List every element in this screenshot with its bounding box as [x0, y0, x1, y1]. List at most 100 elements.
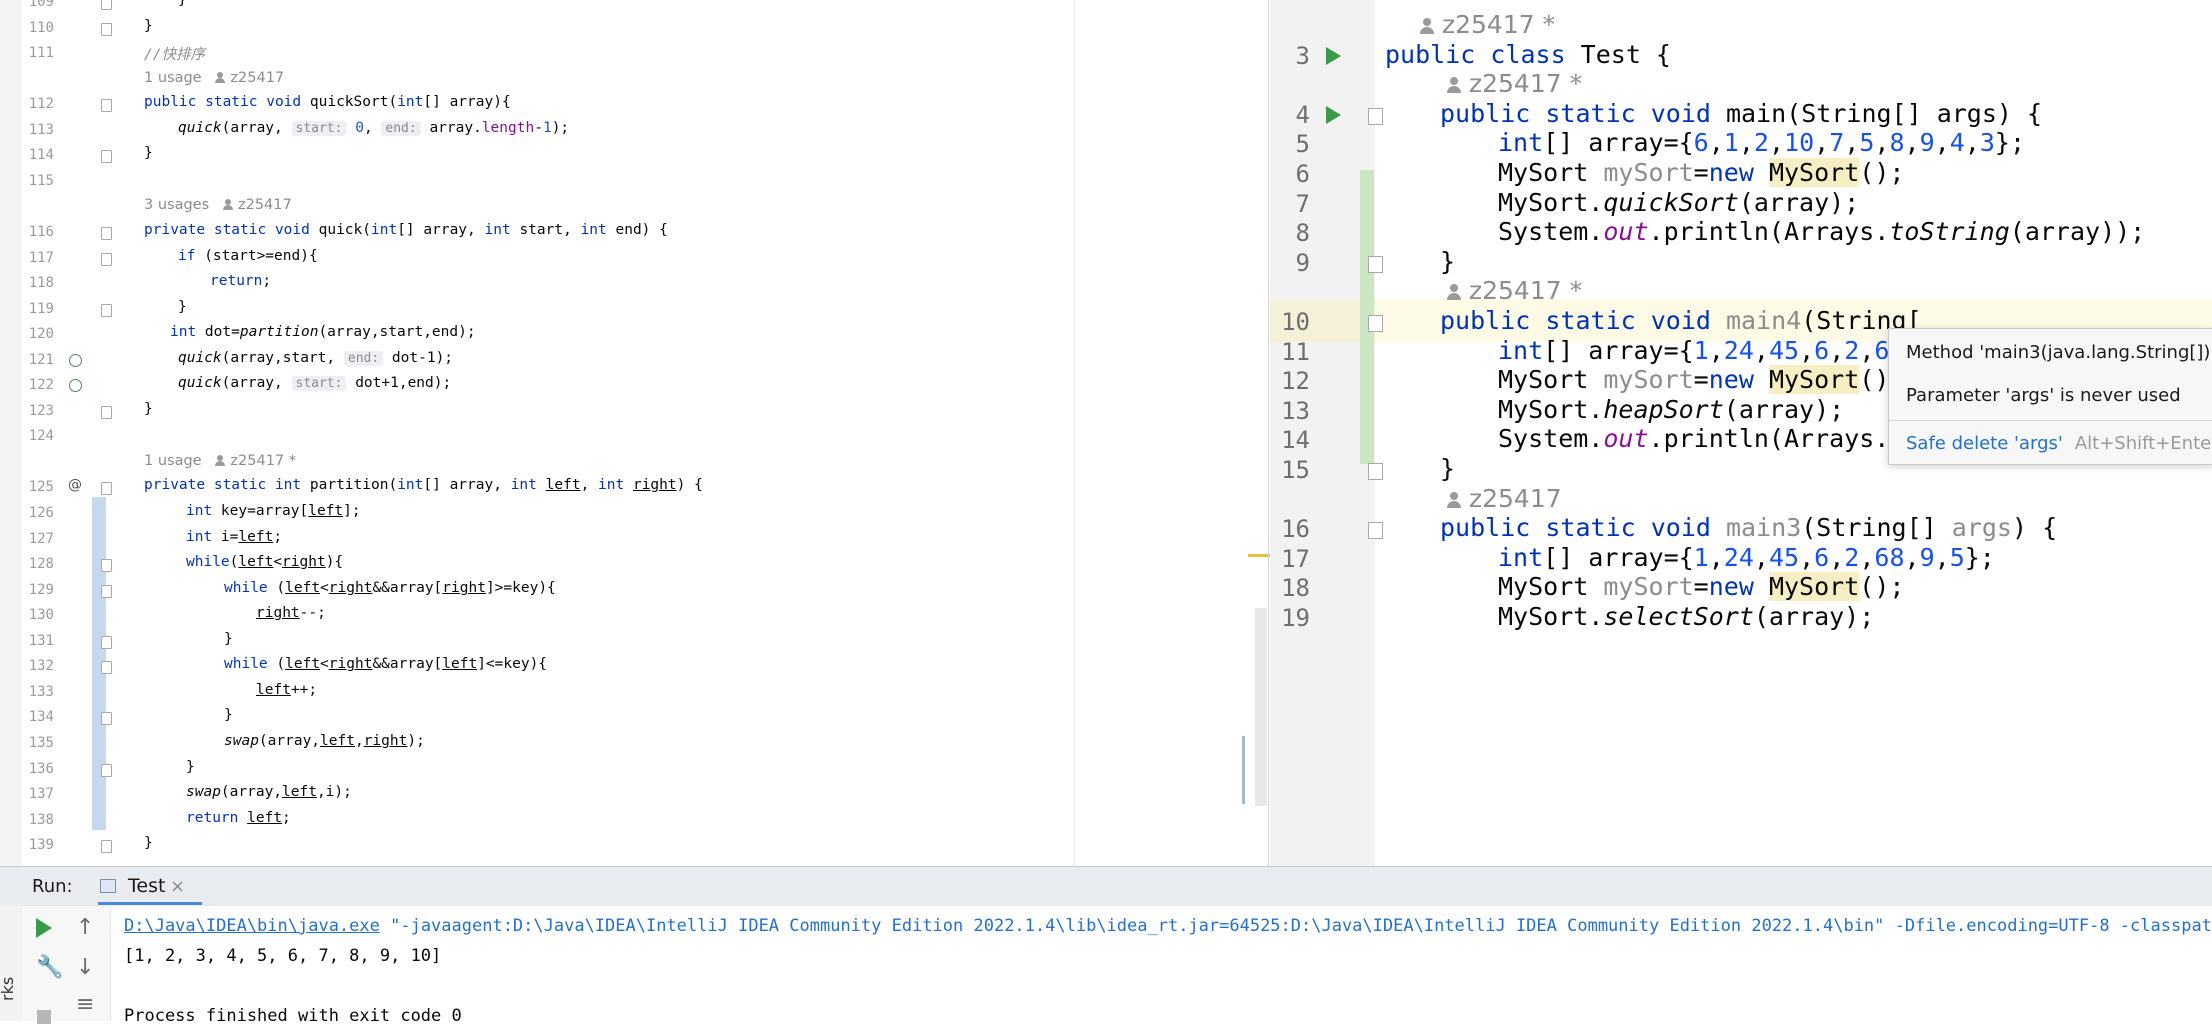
line-number[interactable]: 120 — [14, 326, 54, 342]
author-hint[interactable]: z25417 * — [1447, 69, 1582, 98]
fold-toggle-icon[interactable] — [101, 0, 112, 10]
down-arrow-icon[interactable]: ↓ — [76, 955, 94, 980]
code-line[interactable]: } — [144, 401, 153, 417]
safe-delete-link[interactable]: Safe delete 'args' — [1906, 433, 2063, 454]
code-line[interactable]: MySort mySort=new MySort(); — [1498, 572, 1904, 601]
line-number[interactable]: 126 — [14, 505, 54, 521]
author-hint[interactable]: z25417 * — [1447, 276, 1582, 305]
code-line[interactable]: int i=left; — [186, 529, 282, 545]
line-number[interactable]: 139 — [14, 837, 54, 853]
fold-toggle-icon[interactable] — [101, 150, 112, 163]
line-number[interactable]: 131 — [14, 633, 54, 649]
code-line[interactable]: MySort.quickSort(array); — [1498, 188, 1859, 217]
code-line[interactable]: int[] array={1,24,45,6,2,68,9,5}; — [1498, 543, 1995, 572]
line-number[interactable]: 121 — [14, 352, 54, 368]
author-hint[interactable]: z25417 — [1447, 484, 1562, 513]
fold-toggle-icon[interactable] — [101, 253, 112, 266]
code-line[interactable]: swap(array,left,i); — [186, 784, 352, 800]
line-number[interactable]: 109 — [14, 0, 54, 10]
line-number[interactable]: 115 — [14, 173, 54, 189]
line-number[interactable]: 116 — [14, 224, 54, 240]
code-line[interactable]: } — [224, 631, 233, 647]
line-number[interactable]: 123 — [14, 403, 54, 419]
line-number[interactable]: 130 — [14, 607, 54, 623]
line-number[interactable]: 132 — [14, 658, 54, 674]
override-icon[interactable]: @ — [68, 477, 82, 493]
code-line[interactable]: MySort mySort=new MySort(); — [1498, 158, 1904, 187]
line-number[interactable]: 138 — [14, 812, 54, 828]
code-line[interactable]: quick(array,start, end: dot-1); — [178, 350, 453, 366]
code-line[interactable]: return left; — [186, 810, 291, 826]
line-number[interactable]: 8 — [1270, 219, 1310, 247]
fold-toggle-icon[interactable] — [101, 304, 112, 317]
line-number[interactable]: 113 — [14, 122, 54, 138]
line-number[interactable]: 135 — [14, 735, 54, 751]
fold-toggle-icon[interactable] — [101, 764, 112, 777]
fold-toggle-icon[interactable] — [101, 482, 112, 495]
code-line[interactable]: } — [224, 707, 233, 723]
line-number[interactable]: 119 — [14, 301, 54, 317]
line-number[interactable]: 129 — [14, 582, 54, 598]
code-comment[interactable]: //快排序 — [144, 43, 205, 64]
usage-hint[interactable]: 1 usage z25417 — [144, 70, 284, 86]
code-line[interactable]: public static void main4(String[ — [1440, 306, 1922, 335]
code-line[interactable]: return; — [210, 273, 271, 289]
line-number[interactable]: 4 — [1270, 101, 1310, 129]
line-number[interactable]: 3 — [1270, 42, 1310, 70]
line-number[interactable]: 110 — [14, 20, 54, 36]
fold-toggle-icon[interactable] — [1368, 463, 1383, 480]
fold-toggle-icon[interactable] — [1368, 108, 1383, 125]
line-number[interactable]: 14 — [1270, 426, 1310, 454]
line-number[interactable]: 114 — [14, 147, 54, 163]
fold-toggle-icon[interactable] — [101, 23, 112, 36]
line-number[interactable]: 17 — [1270, 545, 1310, 573]
line-number[interactable]: 128 — [14, 556, 54, 572]
fold-toggle-icon[interactable] — [101, 559, 112, 572]
line-number[interactable]: 118 — [14, 275, 54, 291]
line-number[interactable]: 127 — [14, 531, 54, 547]
code-line[interactable]: System.out.println(Arrays.toString(array… — [1498, 217, 2145, 246]
code-line[interactable]: swap(array,left,right); — [224, 733, 425, 749]
line-number[interactable]: 133 — [14, 684, 54, 700]
line-number[interactable]: 18 — [1270, 574, 1310, 602]
rerun-icon[interactable] — [36, 918, 52, 938]
up-arrow-icon[interactable]: ↑ — [76, 915, 94, 940]
code-line[interactable]: left++; — [256, 682, 317, 698]
code-line[interactable]: while (left<right&&array[right]>=key){ — [224, 580, 556, 596]
side-panel-label[interactable]: rks — [0, 977, 17, 1001]
fold-toggle-icon[interactable] — [101, 712, 112, 725]
line-number[interactable]: 137 — [14, 786, 54, 802]
fold-toggle-icon[interactable] — [101, 840, 112, 853]
code-line[interactable]: } — [144, 18, 153, 34]
run-icon[interactable] — [1326, 47, 1341, 65]
fold-toggle-icon[interactable] — [101, 406, 112, 419]
code-line[interactable]: } — [178, 0, 187, 8]
code-line[interactable]: quick(array, start: dot+1,end); — [178, 375, 451, 391]
code-line[interactable]: } — [178, 299, 187, 315]
line-number[interactable]: 124 — [14, 428, 54, 444]
line-number[interactable]: 112 — [14, 96, 54, 112]
line-number[interactable]: 12 — [1270, 367, 1310, 395]
recursive-call-icon[interactable] — [69, 379, 82, 392]
wrench-icon[interactable]: 🔧 — [36, 955, 63, 980]
code-line[interactable]: public class Test { — [1385, 40, 1671, 69]
line-number[interactable]: 19 — [1270, 604, 1310, 632]
fold-toggle-icon[interactable] — [1368, 256, 1383, 273]
code-line[interactable]: public static void main3(String[] args) … — [1440, 513, 2057, 542]
recursive-call-icon[interactable] — [69, 354, 82, 367]
code-line[interactable]: } — [1440, 454, 1455, 483]
stop-icon[interactable] — [37, 1010, 51, 1024]
line-number[interactable]: 117 — [14, 250, 54, 266]
code-line[interactable]: while (left<right&&array[left]<=key){ — [224, 656, 547, 672]
code-line[interactable]: MySort.selectSort(array); — [1498, 602, 1874, 631]
fold-toggle-icon[interactable] — [101, 585, 112, 598]
line-number[interactable]: 9 — [1270, 249, 1310, 277]
safe-delete-action[interactable]: Safe delete 'args' Alt+Shift+Enter — [1906, 433, 2212, 454]
line-number[interactable]: 7 — [1270, 190, 1310, 218]
fold-toggle-icon[interactable] — [1368, 315, 1383, 332]
line-number[interactable]: 5 — [1270, 130, 1310, 158]
fold-toggle-icon[interactable] — [101, 227, 112, 240]
fold-toggle-icon[interactable] — [101, 636, 112, 649]
code-line[interactable]: MySort mySort=new MySort(); — [1498, 365, 1904, 394]
code-line[interactable]: int dot=partition(array,start,end); — [170, 324, 476, 340]
